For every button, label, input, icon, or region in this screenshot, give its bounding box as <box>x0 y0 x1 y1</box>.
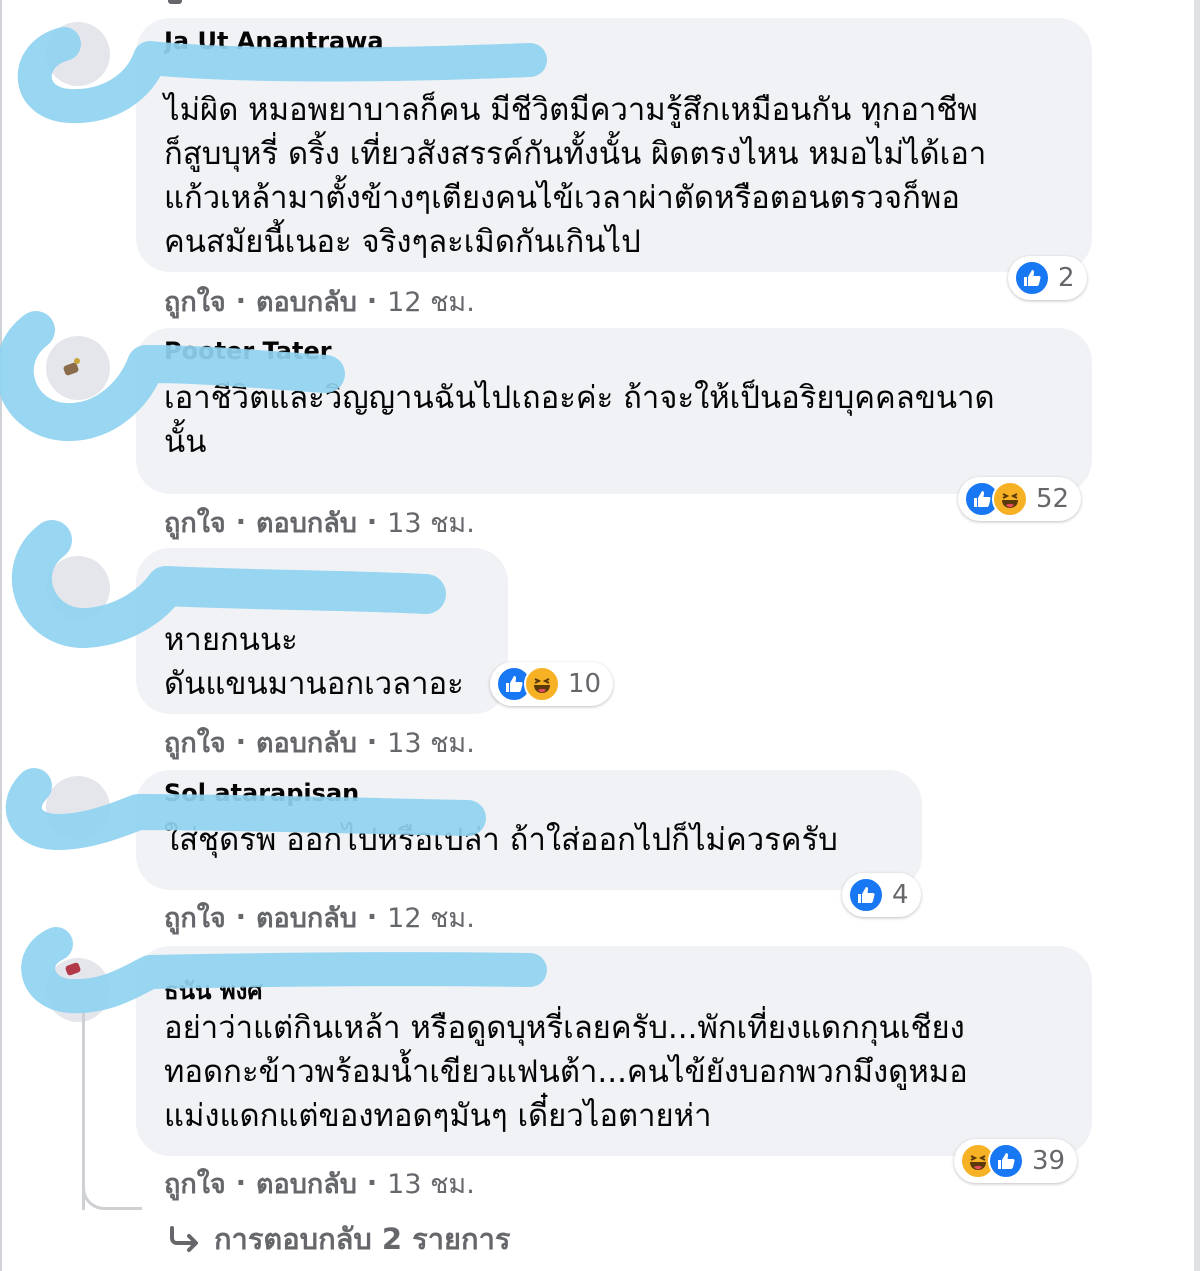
avatar-image-detail <box>74 358 80 364</box>
haha-reaction-icon <box>524 666 560 702</box>
reaction-count: 10 <box>568 669 602 699</box>
comment-actions: ถูกใจ · ตอบกลับ · 13 ชม. <box>164 1162 475 1205</box>
reply-arrow-icon <box>170 1226 198 1252</box>
like-link[interactable]: ถูกใจ <box>164 721 226 764</box>
frame-left-border <box>0 0 2 1271</box>
separator-dot: · <box>366 507 378 538</box>
separator-dot: · <box>366 902 378 933</box>
reaction-summary[interactable]: 39 <box>954 1139 1078 1183</box>
reply-link[interactable]: ตอบกลับ <box>256 501 357 544</box>
comment-timestamp[interactable]: 13 ชม. <box>387 721 475 764</box>
like-reaction-icon <box>988 1143 1024 1179</box>
comment-bubble: Ja Ut Anantrawa ไม่ผิด หมอพยาบาลก็คน มีช… <box>136 18 1092 272</box>
comment-actions: ถูกใจ · ตอบกลับ · 12 ชม. <box>164 896 475 939</box>
view-replies-link[interactable]: การตอบกลับ 2 รายการ <box>168 1216 510 1262</box>
reply-link[interactable]: ตอบกลับ <box>256 1162 357 1205</box>
avatar-image-detail <box>64 961 82 977</box>
comment-bubble: หายกนนะ ดันแขนมานอกเวลาอะ <box>136 548 508 714</box>
separator-dot: · <box>235 286 246 317</box>
thread-connector-curve <box>82 1170 142 1210</box>
avatar[interactable] <box>46 336 110 400</box>
comment-author[interactable]: Ja Ut Anantrawa <box>164 28 1064 54</box>
separator-dot: · <box>235 902 246 933</box>
separator-dot: · <box>366 727 378 758</box>
separator-dot: · <box>235 1168 246 1199</box>
comment-timestamp[interactable]: 12 ชม. <box>387 280 475 323</box>
previous-comment-fragment <box>168 0 182 4</box>
reaction-summary[interactable]: 10 <box>490 662 614 706</box>
reaction-summary[interactable]: 2 <box>1008 256 1087 300</box>
view-replies-label[interactable]: การตอบกลับ 2 รายการ <box>214 1216 510 1262</box>
reply-link[interactable]: ตอบกลับ <box>256 721 357 764</box>
comment-text: เอาชีวิตและวิญญานฉันไปเถอะค่ะ ถ้าจะให้เป… <box>164 380 995 460</box>
like-link[interactable]: ถูกใจ <box>164 280 226 323</box>
separator-dot: · <box>235 727 246 758</box>
avatar-image-detail <box>62 361 80 377</box>
avatar[interactable] <box>46 556 110 620</box>
reply-link[interactable]: ตอบกลับ <box>256 896 357 939</box>
comment-text: อย่าว่าแต่กินเหล้า หรือดูดบุหรี่เลยครับ.… <box>164 1010 968 1134</box>
haha-reaction-icon <box>992 481 1028 517</box>
reaction-count: 39 <box>1032 1146 1066 1176</box>
comment-actions: ถูกใจ · ตอบกลับ · 13 ชม. <box>164 721 475 764</box>
comment-timestamp[interactable]: 13 ชม. <box>387 1162 475 1205</box>
comment-bubble: Sol atarapisan ใส่ชุดรพ ออกไปหรือเปล่า ถ… <box>136 770 922 890</box>
avatar[interactable] <box>46 776 110 840</box>
separator-dot: · <box>366 286 378 317</box>
comment-author[interactable]: Pooter Tater <box>164 338 1064 364</box>
reaction-summary[interactable]: 4 <box>842 873 921 917</box>
comment-text: หายกนนะ ดันแขนมานอกเวลาอะ <box>164 622 464 702</box>
like-reaction-icon <box>848 877 884 913</box>
reaction-summary[interactable]: 52 <box>958 477 1082 521</box>
comment-bubble: Pooter Tater เอาชีวิตและวิญญานฉันไปเถอะค… <box>136 328 1092 494</box>
reaction-count: 2 <box>1058 263 1075 293</box>
comment-author[interactable]: Sol atarapisan <box>164 780 894 806</box>
comment-author[interactable]: ธนัน พงศ <box>164 978 1064 1004</box>
reply-link[interactable]: ตอบกลับ <box>256 280 357 323</box>
like-link[interactable]: ถูกใจ <box>164 1162 226 1205</box>
comment-text: ไม่ผิด หมอพยาบาลก็คน มีชีวิตมีความรู้สึก… <box>164 92 987 260</box>
comment-author[interactable] <box>164 558 480 584</box>
comment-timestamp[interactable]: 12 ชม. <box>387 896 475 939</box>
avatar[interactable] <box>46 22 110 86</box>
comment-timestamp[interactable]: 13 ชม. <box>387 501 475 544</box>
like-link[interactable]: ถูกใจ <box>164 896 226 939</box>
comment-text: ใส่ชุดรพ ออกไปหรือเปล่า ถ้าใส่ออกไปก็ไม่… <box>164 822 838 858</box>
avatar[interactable] <box>46 958 110 1022</box>
comment-actions: ถูกใจ · ตอบกลับ · 13 ชม. <box>164 501 475 544</box>
separator-dot: · <box>366 1168 378 1199</box>
like-link[interactable]: ถูกใจ <box>164 501 226 544</box>
reaction-count: 52 <box>1036 484 1070 514</box>
scrollbar-track[interactable] <box>1194 0 1200 1271</box>
reaction-count: 4 <box>892 880 909 910</box>
comment-actions: ถูกใจ · ตอบกลับ · 12 ชม. <box>164 280 475 323</box>
comment-bubble: ธนัน พงศ อย่าว่าแต่กินเหล้า หรือดูดบุหรี… <box>136 946 1092 1156</box>
separator-dot: · <box>235 507 246 538</box>
like-reaction-icon <box>1014 260 1050 296</box>
